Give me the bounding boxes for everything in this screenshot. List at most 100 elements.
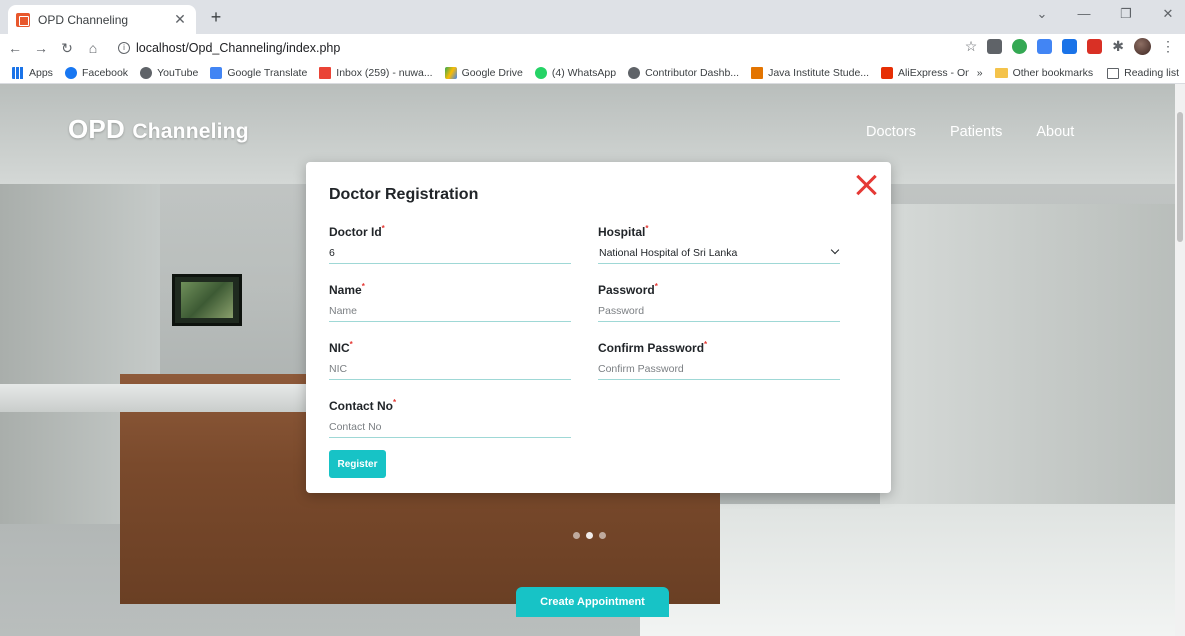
site-favicon-icon [16,12,30,27]
bookmark-youtube[interactable]: YouTube [140,66,198,79]
grammarly-icon[interactable] [1012,39,1028,54]
password-field: Password* Password [598,282,840,322]
create-appointment-button[interactable]: Create Appointment [516,587,669,617]
chevron-down-icon [830,245,840,255]
confirm-password-label: Confirm Password* [598,340,708,355]
bookmarks-bar: Apps Facebook YouTube Google Translate I… [0,62,1185,84]
bookmark-facebook[interactable]: Facebook [64,66,128,79]
brand-main: OPD [68,114,125,144]
nic-field: NIC* NIC [329,340,571,380]
extension-icon[interactable] [1062,39,1078,54]
page-viewport: OPD Channeling Doctors Patients About Cr… [0,84,1175,636]
whatsapp-icon [534,66,547,79]
doctor-id-field: Doctor Id* 6 [329,224,571,264]
bookmarks-right: » Other bookmarks Reading list [968,62,1179,83]
browser-tab-strip: OPD Channeling ✕ + ⌄ — ❐ ✕ [0,0,1185,34]
hospital-field: Hospital* National Hospital of Sri Lanka [598,224,840,264]
nav-doctors[interactable]: Doctors [866,124,916,140]
modal-title: Doctor Registration [329,186,479,203]
hero-corridor [880,204,1175,504]
profile-avatar[interactable] [1134,38,1151,55]
contact-input[interactable]: Contact No [329,418,571,438]
folder-icon [994,68,1008,78]
doctor-registration-modal: Doctor Registration Doctor Id* 6 Hospita… [306,162,891,493]
minimize-icon[interactable]: — [1075,6,1093,22]
reading-list[interactable]: Reading list [1107,67,1179,79]
java-icon [751,66,764,79]
doctor-id-input[interactable]: 6 [329,244,571,264]
pdf-icon[interactable] [1087,39,1103,54]
carousel-indicators [573,532,606,539]
browser-toolbar: ← → ↻ ⌂ i localhost/Opd_Channeling/index… [0,34,1185,62]
page-scrollbar[interactable] [1175,84,1185,636]
nic-input[interactable]: NIC [329,360,571,380]
register-button[interactable]: Register [329,450,386,478]
extension-icon[interactable] [987,39,1003,54]
bookmark-whatsapp[interactable]: (4) WhatsApp [534,66,616,79]
nav-about[interactable]: About [1036,124,1074,140]
confirm-password-input[interactable]: Confirm Password [598,360,840,380]
url-text: localhost/Opd_Channeling/index.php [136,41,341,55]
browser-tab[interactable]: OPD Channeling ✕ [8,5,196,34]
nav-patients[interactable]: Patients [950,124,1002,140]
carousel-dot[interactable] [599,532,606,539]
contact-label: Contact No* [329,398,397,413]
name-field: Name* Name [329,282,571,322]
extensions-area: ☆ ✱ ⋮ [965,38,1175,55]
reload-icon[interactable]: ↻ [56,40,78,57]
apps-grid-icon [12,66,24,79]
bookmark-inbox[interactable]: Inbox (259) - nuwa... [319,66,433,79]
close-icon[interactable] [855,174,877,196]
tab-close-icon[interactable]: ✕ [172,11,188,28]
reading-list-icon [1107,67,1120,79]
bookmark-google-translate[interactable]: Google Translate [210,66,307,79]
password-label: Password* [598,282,658,297]
nic-label: NIC* [329,340,353,355]
gmail-icon [319,66,332,79]
bookmark-star-icon[interactable]: ☆ [965,38,978,55]
contact-field: Contact No* Contact No [329,398,571,438]
info-icon[interactable]: i [118,42,130,54]
hero-wall-picture [172,274,242,326]
hero-floor [640,504,1175,636]
hospital-selected-value: National Hospital of Sri Lanka [599,247,738,259]
carousel-dot[interactable] [573,532,580,539]
new-tab-icon[interactable]: + [206,8,226,28]
translate-icon[interactable] [1037,39,1053,54]
hospital-label: Hospital* [598,224,649,239]
aliexpress-icon [881,66,894,79]
globe-icon [628,66,641,79]
facebook-icon [64,66,77,79]
scrollbar-thumb[interactable] [1177,112,1183,242]
name-label: Name* [329,282,365,297]
home-icon[interactable]: ⌂ [82,40,104,56]
doctor-id-label: Doctor Id* [329,224,385,239]
site-brand[interactable]: OPD Channeling [68,114,249,145]
name-input[interactable]: Name [329,302,571,322]
puzzle-icon[interactable]: ✱ [1112,38,1124,55]
other-bookmarks[interactable]: Other bookmarks [994,67,1093,79]
drive-icon [444,66,457,79]
tab-title: OPD Channeling [38,12,129,27]
bookmarks-overflow[interactable]: » [977,67,983,79]
bookmark-apps[interactable]: Apps [12,66,53,79]
menu-kebab-icon[interactable]: ⋮ [1161,38,1175,55]
site-nav: Doctors Patients About [866,124,1074,140]
translate-icon [210,66,223,79]
close-window-icon[interactable]: ✕ [1159,6,1177,22]
chevron-down-icon[interactable]: ⌄ [1033,6,1051,22]
forward-icon[interactable]: → [30,40,52,56]
back-icon[interactable]: ← [4,40,26,56]
globe-icon [140,66,153,79]
password-input[interactable]: Password [598,302,840,322]
bookmark-google-drive[interactable]: Google Drive [444,66,523,79]
hospital-select[interactable]: National Hospital of Sri Lanka [598,244,840,264]
window-controls: ⌄ — ❐ ✕ [1033,6,1177,22]
carousel-dot[interactable] [586,532,593,539]
address-bar[interactable]: i localhost/Opd_Channeling/index.php [118,36,948,60]
restore-icon[interactable]: ❐ [1117,6,1135,22]
brand-sub: Channeling [132,120,249,143]
bookmark-java-institute[interactable]: Java Institute Stude... [751,66,869,79]
confirm-password-field: Confirm Password* Confirm Password [598,340,840,380]
bookmark-contributor[interactable]: Contributor Dashb... [628,66,739,79]
